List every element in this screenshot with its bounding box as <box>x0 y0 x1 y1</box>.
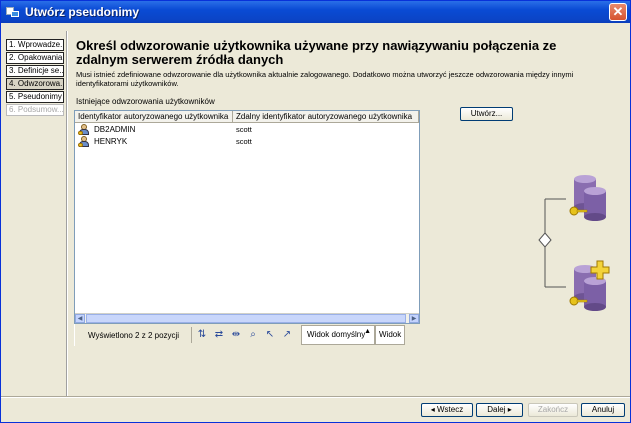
deselect-icon[interactable]: ↗ <box>280 328 294 342</box>
window-title: Utwórz pseudonimy <box>25 5 140 19</box>
footer-divider <box>1 396 630 397</box>
local-user-id: DB2ADMIN <box>94 124 136 134</box>
step-server-definitions[interactable]: 3. Definicje se... <box>6 65 64 77</box>
step-wrappers[interactable]: 2. Opakowania <box>6 52 64 64</box>
local-user-id: HENRYK <box>94 136 128 146</box>
sort-az-icon[interactable]: ⇅ <box>195 328 209 342</box>
table-row[interactable]: HENRYK scott <box>75 135 419 147</box>
user-key-icon <box>78 123 91 135</box>
scroll-left-icon[interactable]: ◀ <box>75 314 85 323</box>
nav-divider <box>66 31 67 396</box>
next-button[interactable]: Dalej ▸ <box>476 403 523 417</box>
data-source-diagram <box>538 175 610 311</box>
horizontal-scrollbar[interactable]: ◀ ▶ <box>75 313 419 323</box>
column-header-local-user[interactable]: Identyfikator autoryzowanego użytkownika… <box>75 111 233 122</box>
finish-button: Zakończ <box>528 403 578 417</box>
column-header-remote-user[interactable]: Zdalny identyfikator autoryzowanego użyt… <box>233 111 419 122</box>
scroll-thumb[interactable] <box>86 314 406 323</box>
create-button[interactable]: Utwórz... <box>460 107 513 121</box>
filter-icon[interactable]: ⇄ <box>212 328 226 342</box>
item-count-label: Wyświetlono 2 z 2 pozycji <box>88 330 180 340</box>
page-heading: Określ odwzorowanie użytkownika używane … <box>76 38 557 67</box>
columns-icon[interactable]: ⇹ <box>229 328 243 342</box>
title-bar[interactable]: Utwórz pseudonimy ✕ <box>1 1 630 23</box>
table-row[interactable]: DB2ADMIN scott <box>75 123 419 135</box>
wizard-steps: 1. Wprowadze... 2. Opakowania 3. Definic… <box>6 39 64 117</box>
table-header: Identyfikator autoryzowanego użytkownika… <box>75 111 419 123</box>
close-icon: ✕ <box>612 4 624 19</box>
chevron-up-icon: ▲ <box>364 328 371 335</box>
back-button[interactable]: ◂ Wstecz <box>421 403 473 417</box>
page-description: Musi istnieć zdefiniowane odwzorowanie d… <box>76 70 574 88</box>
app-icon <box>6 5 20 19</box>
remote-user-id: scott <box>236 136 252 146</box>
add-database-icon <box>569 260 610 311</box>
find-icon[interactable]: ⌕ <box>246 328 260 342</box>
user-key-icon <box>78 135 91 147</box>
cancel-button[interactable]: Anuluj <box>581 403 625 417</box>
database-icon <box>569 175 606 221</box>
step-introduction[interactable]: 1. Wprowadze... <box>6 39 64 51</box>
table-toolbar: Wyświetlono 2 z 2 pozycji ⇅ ⇄ ⇹ ⌕ ↖ ↗ Wi… <box>74 324 420 346</box>
wizard-window: Utwórz pseudonimy ✕ 1. Wprowadze... 2. O… <box>0 0 631 423</box>
view-dropdown[interactable]: Widok <box>375 325 405 345</box>
step-user-mappings[interactable]: 4. Odwzorowa... <box>6 78 64 90</box>
remote-user-id: scott <box>236 124 252 134</box>
default-view-dropdown[interactable]: Widok domyślny ▲ <box>301 325 375 345</box>
existing-mappings-label: Istniejące odwzorowania użytkowników <box>76 97 215 106</box>
step-summary: 6. Podsumow... <box>6 104 64 116</box>
close-button[interactable]: ✕ <box>609 3 627 21</box>
step-nicknames[interactable]: 5. Pseudonimy <box>6 91 64 103</box>
scroll-right-icon[interactable]: ▶ <box>409 314 419 323</box>
user-mappings-table: Identyfikator autoryzowanego użytkownika… <box>74 110 420 324</box>
select-icon[interactable]: ↖ <box>263 328 277 342</box>
